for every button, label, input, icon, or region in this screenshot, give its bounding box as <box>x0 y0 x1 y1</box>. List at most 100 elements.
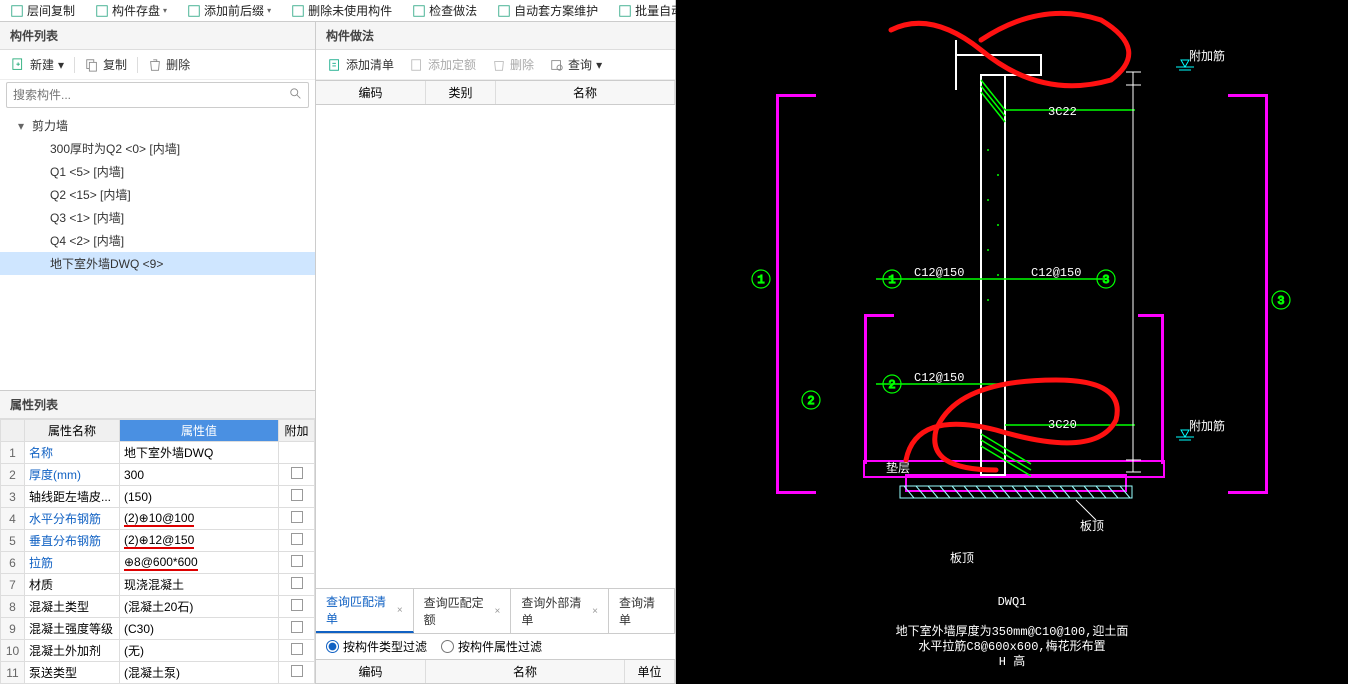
add-quota-button[interactable]: 添加定额 <box>404 56 482 73</box>
svg-text:1: 1 <box>888 273 895 287</box>
cad-tag-tl: 附加筋 <box>1189 48 1225 64</box>
query-icon <box>550 58 564 72</box>
method-delete-button[interactable]: 删除 <box>486 56 540 73</box>
new-button[interactable]: 新建▾ <box>6 56 70 73</box>
prop-row[interactable]: 2厚度(mm)300 <box>1 464 315 486</box>
check-icon <box>412 4 426 18</box>
list-add-icon <box>328 58 342 72</box>
svg-text:2: 2 <box>807 394 814 408</box>
tab-查询匹配清单[interactable]: 查询匹配清单× <box>316 589 414 633</box>
method-grid-body[interactable] <box>316 105 675 588</box>
ribbon-delete-unused[interactable]: 删除未使用构件 <box>285 0 398 21</box>
tab-查询匹配定额[interactable]: 查询匹配定额× <box>414 589 512 633</box>
quota-add-icon <box>410 58 424 72</box>
prop-row[interactable]: 3轴线距左墙皮...(150) <box>1 486 315 508</box>
trash-icon <box>148 58 162 72</box>
prop-row[interactable]: 9混凝土强度等级(C30) <box>1 618 315 640</box>
cad-note3: H 高 <box>999 653 1025 669</box>
svg-text:2: 2 <box>888 378 895 392</box>
tab-查询清单[interactable]: 查询清单 <box>609 589 675 633</box>
method-panel-title: 构件做法 <box>316 22 675 50</box>
col-prop-extra[interactable]: 附加 <box>279 420 315 442</box>
trash-icon <box>492 58 506 72</box>
query-button[interactable]: 查询▾ <box>544 56 608 73</box>
cad-tag-slab: 板顶 <box>1080 519 1104 534</box>
cad-note1: 地下室外墙厚度为350mm@C10@100,迎土面 <box>896 623 1129 639</box>
delete-button[interactable]: 删除 <box>142 56 196 73</box>
tree-item[interactable]: 地下室外墙DWQ <9> <box>0 252 315 275</box>
cad-label-bot-rebar: 3C20 <box>1048 418 1077 432</box>
col-code[interactable]: 编码 <box>316 81 426 104</box>
tree-item[interactable]: Q4 <2> [内墙] <box>0 229 315 252</box>
prop-row[interactable]: 6拉筋⊕8@600*600 <box>1 552 315 574</box>
cad-tag-br: 附加筋 <box>1189 418 1225 434</box>
batch-auto-icon <box>618 4 632 18</box>
prop-row[interactable]: 8混凝土类型(混凝土20石) <box>1 596 315 618</box>
delete-unused-icon <box>291 4 305 18</box>
ribbon-save[interactable]: 构件存盘▾ <box>89 0 173 21</box>
method-toolbar: 添加清单 添加定额 删除 查询▾ <box>316 50 675 80</box>
col-cat[interactable]: 类别 <box>426 81 496 104</box>
col-unit[interactable]: 单位 <box>625 660 675 683</box>
tree-root[interactable]: ▾剪力墙 <box>0 114 315 137</box>
property-panel: 属性列表 属性名称 属性值 附加 1名称地下室外墙DWQ2厚度(mm)3003轴… <box>0 390 315 684</box>
svg-text:3: 3 <box>1277 294 1284 308</box>
svg-text:3: 3 <box>1102 273 1109 287</box>
ribbon-auto-scheme[interactable]: 自动套方案维护 <box>491 0 604 21</box>
tab-查询外部清单[interactable]: 查询外部清单× <box>511 589 609 633</box>
prop-row[interactable]: 5垂直分布钢筋(2)⊕12@150 <box>1 530 315 552</box>
cad-tag-top-slab: 板顶 <box>950 551 974 566</box>
auto-scheme-icon <box>497 4 511 18</box>
prop-row[interactable]: 11泵送类型(混凝土泵) <box>1 662 315 684</box>
col-code2[interactable]: 编码 <box>316 660 426 683</box>
component-list-toolbar: 新建▾ 复制 删除 <box>0 50 315 80</box>
top-ribbon: 层间复制构件存盘▾添加前后缀▾删除未使用构件检查做法自动套方案维护批量自动套做法 <box>0 0 675 22</box>
copy-button[interactable]: 复制 <box>79 56 133 73</box>
tree-item[interactable]: Q3 <1> [内墙] <box>0 206 315 229</box>
cad-viewport[interactable]: 1 2 3 1 2 3 3C22 C12@150 C12@150 C12@150… <box>676 0 1348 684</box>
component-list-title: 构件列表 <box>0 22 315 50</box>
cad-label-mid1: C12@150 <box>914 266 964 280</box>
search-box <box>6 82 309 108</box>
tree-item[interactable]: Q2 <15> [内墙] <box>0 183 315 206</box>
ribbon-prefix[interactable]: 添加前后缀▾ <box>181 0 277 21</box>
property-table: 属性名称 属性值 附加 1名称地下室外墙DWQ2厚度(mm)3003轴线距左墙皮… <box>0 419 315 684</box>
plus-icon <box>12 58 26 72</box>
cad-note2: 水平拉筋C8@600x600,梅花形布置 <box>918 638 1105 654</box>
col-name[interactable]: 名称 <box>496 81 675 104</box>
query-tabs: 查询匹配清单×查询匹配定额×查询外部清单×查询清单 <box>316 589 675 634</box>
prop-row[interactable]: 1名称地下室外墙DWQ <box>1 442 315 464</box>
copy-icon <box>85 58 99 72</box>
close-icon[interactable]: × <box>592 606 598 617</box>
method-grid-header: 编码 类别 名称 <box>316 80 675 105</box>
property-list-title: 属性列表 <box>0 391 315 419</box>
prop-row[interactable]: 10混凝土外加剂(无) <box>1 640 315 662</box>
cad-label-top-rebar: 3C22 <box>1048 105 1077 119</box>
search-input[interactable] <box>6 82 309 108</box>
prop-row[interactable]: 7材质现浇混凝土 <box>1 574 315 596</box>
copy-layers-icon <box>10 4 24 18</box>
ribbon-copy-layers[interactable]: 层间复制 <box>4 0 81 21</box>
filter-by-type[interactable]: 按构件类型过滤 <box>326 638 427 655</box>
cad-label-low: C12@150 <box>914 371 964 385</box>
col-prop-value[interactable]: 属性值 <box>120 420 279 442</box>
cad-label-mid2: C12@150 <box>1031 266 1081 280</box>
prop-row[interactable]: 4水平分布钢筋(2)⊕10@100 <box>1 508 315 530</box>
match-grid-header: 编码 名称 单位 <box>316 659 675 684</box>
close-icon[interactable]: × <box>397 605 403 616</box>
prefix-icon <box>187 4 201 18</box>
filter-row: 按构件类型过滤 按构件属性过滤 <box>316 634 675 659</box>
cad-title: DWQ1 <box>998 595 1027 609</box>
add-list-button[interactable]: 添加清单 <box>322 56 400 73</box>
search-icon[interactable] <box>289 87 303 101</box>
col-prop-name[interactable]: 属性名称 <box>25 420 120 442</box>
ribbon-check[interactable]: 检查做法 <box>406 0 483 21</box>
tree-item[interactable]: Q1 <5> [内墙] <box>0 160 315 183</box>
save-icon <box>95 4 109 18</box>
col-name2[interactable]: 名称 <box>426 660 625 683</box>
close-icon[interactable]: × <box>495 606 501 617</box>
tree-item[interactable]: 300厚时为Q2 <0> [内墙] <box>0 137 315 160</box>
component-tree: ▾剪力墙300厚时为Q2 <0> [内墙]Q1 <5> [内墙]Q2 <15> … <box>0 110 315 390</box>
filter-by-prop[interactable]: 按构件属性过滤 <box>441 638 542 655</box>
svg-text:1: 1 <box>757 273 764 287</box>
